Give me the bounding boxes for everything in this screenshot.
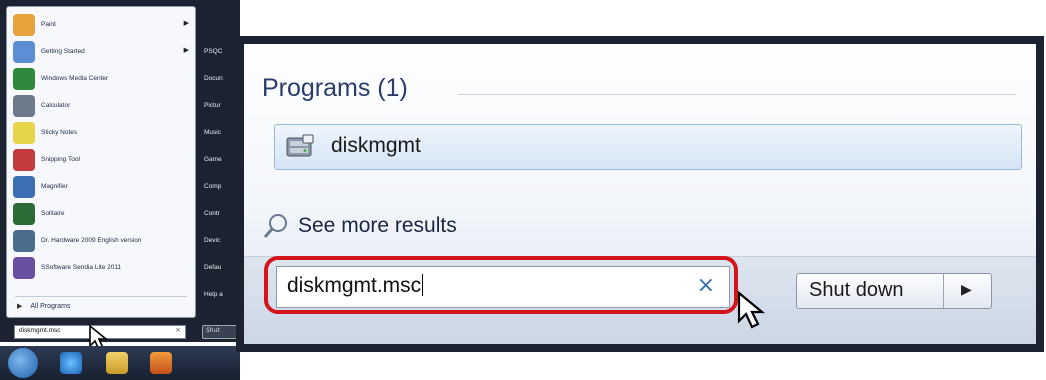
search-result-diskmgmt[interactable]: diskmgmt	[274, 124, 1022, 170]
see-more-results-link[interactable]: See more results	[262, 212, 457, 240]
see-more-results-label: See more results	[298, 214, 457, 237]
start-menu-item-label: Paint	[41, 21, 56, 28]
start-menu-item[interactable]: Sticky Notes	[7, 119, 195, 146]
start-menu-right-item[interactable]: Devic	[204, 237, 220, 244]
start-menu-item-label: Getting Started	[41, 48, 85, 55]
start-menu-item-label: SSoftware Sendia Lite 2011	[41, 264, 122, 271]
start-menu: ▶ All Programs Paint ▶ Getting Started ▶ Win…	[0, 0, 240, 352]
program-icon	[13, 67, 35, 90]
triangle-right-icon: ▶	[17, 302, 23, 310]
program-icon	[13, 94, 35, 117]
start-menu-right-item[interactable]: Help a	[204, 291, 223, 298]
shutdown-options-arrow-icon[interactable]: ▶	[961, 282, 972, 298]
mouse-cursor-icon	[737, 290, 766, 329]
search-panel: Programs (1) diskmgmt See more results d…	[244, 44, 1036, 344]
program-icon	[13, 148, 35, 171]
start-menu-item[interactable]: Dr. Hardware 2009 English version	[7, 227, 195, 254]
start-menu-item-label: Solitaire	[41, 210, 65, 217]
magnifier-icon	[263, 214, 287, 238]
all-programs-button[interactable]: ▶ All Programs	[17, 302, 70, 310]
taskbar	[0, 346, 240, 380]
program-icon	[13, 121, 35, 144]
start-menu-right-item[interactable]: Music	[204, 129, 221, 136]
start-menu-item-label: Magnifier	[41, 183, 68, 190]
search-panel-zoom: Programs (1) diskmgmt See more results d…	[236, 36, 1044, 352]
clear-icon[interactable]: ×	[175, 326, 181, 334]
start-menu-right-item[interactable]: Contr	[204, 210, 220, 217]
start-menu-right-item[interactable]: PSQC	[204, 48, 222, 55]
start-menu-programs-pane: ▶ All Programs Paint ▶ Getting Started ▶ Win…	[6, 6, 196, 318]
start-menu-right-item[interactable]: Defau	[204, 264, 221, 271]
start-menu-right-item[interactable]: Game	[204, 156, 222, 163]
submenu-arrow-icon: ▶	[183, 46, 189, 54]
media-player-icon[interactable]	[150, 352, 172, 374]
start-menu-shutdown-button[interactable]: Shut	[202, 325, 238, 339]
program-icon	[13, 229, 35, 252]
start-menu-item[interactable]: Solitaire	[7, 200, 195, 227]
program-icon	[13, 40, 35, 63]
start-menu-item-label: Windows Media Center	[41, 75, 109, 82]
start-menu-item-label: Dr. Hardware 2009 English version	[41, 237, 142, 244]
start-menu-item[interactable]: SSoftware Sendia Lite 2011	[7, 254, 195, 281]
search-result-label: diskmgmt	[331, 134, 421, 157]
shutdown-label: Shut down	[809, 279, 904, 301]
section-divider	[458, 94, 1016, 95]
start-menu-right-item[interactable]: Comp	[204, 183, 221, 190]
start-menu-shutdown-label: Shut	[206, 327, 220, 334]
program-icon	[13, 202, 35, 225]
start-menu-item[interactable]: Calculator	[7, 92, 195, 119]
start-menu-divider	[15, 296, 187, 297]
start-menu-item[interactable]: Paint ▶	[7, 11, 195, 38]
shutdown-button[interactable]: Shut down ▶	[796, 273, 992, 309]
search-input-highlight	[264, 256, 738, 314]
submenu-arrow-icon: ▶	[183, 19, 189, 27]
programs-section-title: Programs (1)	[262, 74, 408, 102]
start-menu-right-item[interactable]: Pictur	[204, 102, 221, 109]
program-icon	[13, 256, 35, 279]
disk-management-icon	[286, 134, 314, 157]
start-menu-item-label: Sticky Notes	[41, 129, 78, 136]
start-menu-search-value: diskmgmt.msc	[19, 327, 61, 334]
start-menu-item[interactable]: Windows Media Center	[7, 65, 195, 92]
shutdown-split-divider	[943, 274, 944, 308]
start-menu-item[interactable]: Snipping Tool	[7, 146, 195, 173]
program-icon	[13, 13, 35, 36]
program-icon	[13, 175, 35, 198]
start-menu-item-label: Snipping Tool	[41, 156, 80, 163]
file-explorer-icon[interactable]	[106, 352, 128, 374]
start-menu-right-item[interactable]: Docun	[204, 75, 223, 82]
start-menu-item-label: Calculator	[41, 102, 71, 109]
start-menu-item[interactable]: Getting Started ▶	[7, 38, 195, 65]
all-programs-label: All Programs	[30, 302, 71, 310]
windows-start-icon[interactable]	[8, 348, 38, 378]
start-menu-item[interactable]: Magnifier	[7, 173, 195, 200]
internet-explorer-icon[interactable]	[60, 352, 82, 374]
